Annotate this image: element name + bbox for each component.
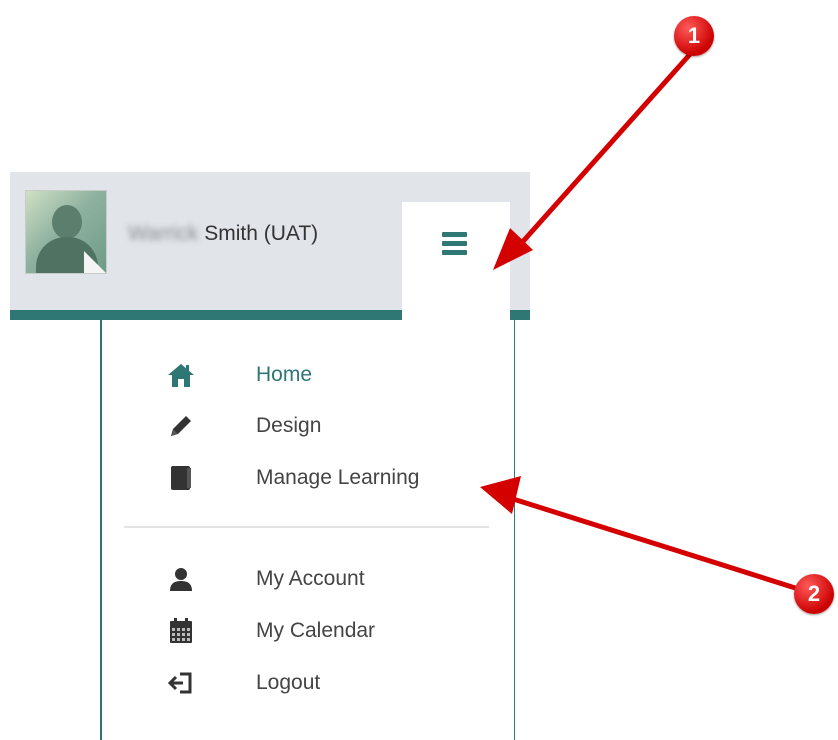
callout-arrow-1 <box>493 50 694 270</box>
callout-badge-2: 2 <box>794 574 834 614</box>
callout-arrows <box>480 50 809 595</box>
callout-arrow-2 <box>480 476 809 595</box>
callout-badge-1: 1 <box>674 16 714 56</box>
